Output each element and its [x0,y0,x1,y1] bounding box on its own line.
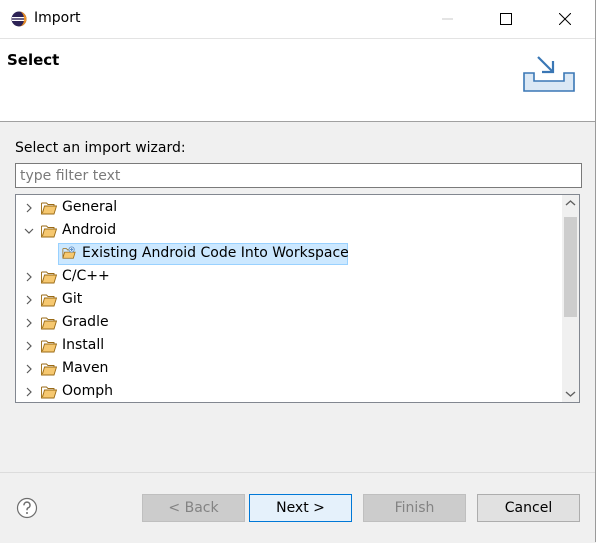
chevron-down-icon[interactable] [23,225,35,237]
minimize-button[interactable] [425,0,471,38]
tree-item-general[interactable]: General [16,197,556,219]
chevron-right-icon[interactable] [23,363,35,375]
import-tray-icon [523,56,575,92]
scroll-up-icon[interactable] [562,195,579,212]
tree-item-git[interactable]: Git [16,289,556,311]
tree-item-label: Oomph [62,383,113,399]
filter-input[interactable] [15,163,582,188]
tree-item-gradle[interactable]: Gradle [16,312,556,334]
chevron-right-icon[interactable] [23,317,35,329]
tree-item-maven[interactable]: Maven [16,358,556,380]
tree-item-android[interactable]: Android [16,220,556,242]
wizard-footer: < Back Next > Finish Cancel [0,472,596,543]
tree-item-install[interactable]: Install [16,335,556,357]
chevron-right-icon[interactable] [23,271,35,283]
wizard-list-label: Select an import wizard: [15,140,186,156]
chevron-right-icon[interactable] [23,340,35,352]
eclipse-icon [11,11,27,27]
tree-item-label: Existing Android Code Into Workspace [82,245,349,261]
chevron-right-icon[interactable] [23,294,35,306]
chevron-right-icon[interactable] [23,202,35,214]
tree-item-oomph[interactable]: Oomph [16,381,556,402]
minimize-icon [442,18,453,20]
tree-item-label: Git [62,291,83,307]
tree-item-label: Android [62,222,117,238]
wizard-tree[interactable]: General Android Existing Android Code In… [15,194,580,403]
close-button[interactable] [542,0,588,38]
tree-item-existing-android-code[interactable]: Existing Android Code Into Workspace [16,243,556,265]
folder-icon [41,294,57,307]
maximize-icon [500,13,512,25]
folder-open-icon [41,225,57,238]
tree-item-label: Install [62,337,105,353]
help-icon[interactable] [16,497,38,519]
window-title: Import [34,10,81,26]
folder-icon [41,363,57,376]
page-title: Select [7,51,60,69]
android-project-icon [62,246,76,259]
scroll-down-icon[interactable] [562,385,579,402]
tree-item-cpp[interactable]: C/C++ [16,266,556,288]
title-bar: Import [0,0,596,39]
next-button[interactable]: Next > [249,494,352,522]
chevron-right-icon[interactable] [23,386,35,398]
folder-icon [41,317,57,330]
wizard-header: Select [0,39,596,122]
tree-item-label: C/C++ [62,268,110,284]
tree-scrollbar[interactable] [562,195,579,402]
wizard-body: Select an import wizard: General Android [0,122,596,472]
back-button[interactable]: < Back [142,494,245,522]
folder-icon [41,340,57,353]
maximize-button[interactable] [483,0,529,38]
cancel-button[interactable]: Cancel [477,494,580,522]
tree-item-label: General [62,199,118,215]
folder-icon [41,386,57,399]
close-icon [559,13,571,25]
folder-icon [41,202,57,215]
folder-icon [41,271,57,284]
scroll-thumb[interactable] [564,217,577,317]
tree-item-label: Maven [62,360,109,376]
finish-button[interactable]: Finish [363,494,466,522]
tree-item-label: Gradle [62,314,109,330]
